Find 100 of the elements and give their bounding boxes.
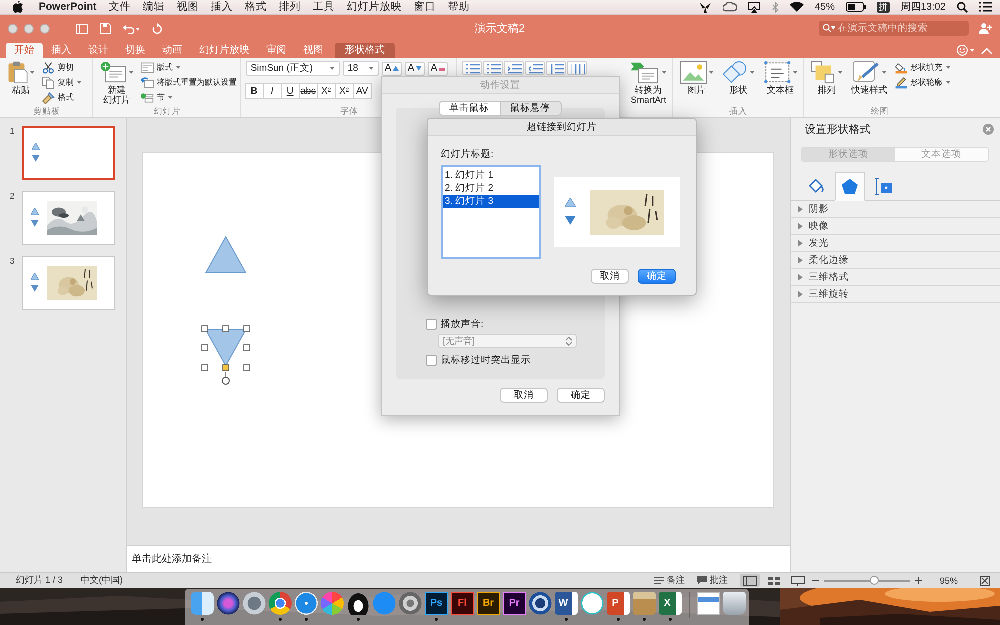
- add-person-icon[interactable]: [979, 23, 992, 34]
- menu-item[interactable]: 排列: [272, 0, 307, 14]
- ribbon-button[interactable]: 格式: [42, 91, 82, 104]
- ribbon-button[interactable]: 转换为 SmartArt: [628, 60, 669, 105]
- section-header[interactable]: 阴影: [791, 201, 1000, 218]
- ribbon-button[interactable]: 快速样式: [850, 60, 890, 95]
- list-item[interactable]: 3. 幻灯片 3: [443, 195, 539, 208]
- section-header[interactable]: 发光: [791, 235, 1000, 252]
- expander-icon[interactable]: [797, 222, 804, 230]
- dock-app-icon[interactable]: [347, 592, 370, 615]
- ribbon-button[interactable]: 排列: [808, 60, 845, 95]
- menu-item[interactable]: 工具: [306, 0, 341, 14]
- segment-tab[interactable]: 鼠标悬停: [500, 101, 562, 116]
- ribbon-button[interactable]: 形状轮廓: [894, 76, 951, 89]
- triangle-shape[interactable]: [205, 329, 247, 367]
- minimize-button[interactable]: [24, 24, 34, 34]
- sidebar-icon[interactable]: [76, 24, 88, 34]
- menu-item[interactable]: 视图: [170, 0, 205, 14]
- dock-app-icon[interactable]: P: [607, 592, 630, 615]
- dock-app-icon[interactable]: X: [659, 592, 682, 615]
- menu-item[interactable]: 幻灯片放映: [340, 0, 408, 14]
- search-icon[interactable]: [957, 2, 968, 12]
- slide-thumbnail[interactable]: [22, 126, 115, 180]
- segment-tab[interactable]: 单击鼠标: [438, 101, 500, 116]
- section-header[interactable]: 三维格式: [791, 269, 1000, 286]
- ribbon-tab[interactable]: 开始: [6, 43, 43, 58]
- ribbon-button[interactable]: 剪切: [42, 61, 82, 74]
- bluetooth-icon[interactable]: [772, 2, 779, 12]
- format-button[interactable]: U: [280, 83, 300, 99]
- triangle-shape[interactable]: [205, 236, 247, 274]
- app-menu[interactable]: PowerPoint: [33, 1, 103, 13]
- list-icon[interactable]: [979, 2, 992, 12]
- section-header[interactable]: 三维旋转: [791, 286, 1000, 303]
- dialog-button[interactable]: 确定: [557, 388, 605, 403]
- menu-item[interactable]: 插入: [204, 0, 239, 14]
- ribbon-tab[interactable]: 形状格式: [335, 43, 395, 58]
- expander-icon[interactable]: [797, 256, 804, 264]
- zoom-button[interactable]: [40, 24, 50, 34]
- ribbon-button[interactable]: 节: [140, 91, 237, 104]
- menu-item[interactable]: 帮助: [442, 0, 476, 14]
- section-header[interactable]: 映像: [791, 218, 1000, 235]
- ribbon-button[interactable]: 将版式重置为默认设置: [140, 76, 237, 89]
- section-header[interactable]: 柔化边缘: [791, 252, 1000, 269]
- format-button[interactable]: I: [262, 83, 282, 99]
- input-source-button[interactable]: 拼: [876, 2, 890, 12]
- line-spacing-button[interactable]: [546, 61, 566, 75]
- search-field[interactable]: 在演示文稿中的搜索: [819, 21, 969, 36]
- font-size-field[interactable]: 18: [342, 61, 379, 76]
- list-item[interactable]: 1. 幻灯片 1: [443, 169, 539, 182]
- font-name-field[interactable]: SimSun (正文): [246, 61, 340, 76]
- numbered-list-button[interactable]: [482, 61, 503, 75]
- ribbon-button[interactable]: 图片: [678, 60, 716, 95]
- ribbon-button[interactable]: 文本框: [762, 60, 800, 95]
- minus-icon[interactable]: [812, 577, 819, 584]
- expander-icon[interactable]: [797, 240, 804, 246]
- format-button[interactable]: AV: [352, 83, 372, 99]
- notes-button[interactable]: 备注: [648, 574, 691, 587]
- ribbon-button[interactable]: 粘贴: [5, 60, 38, 95]
- notes-area[interactable]: 单击此处添加备注: [127, 545, 790, 572]
- pentagon-tab[interactable]: [835, 172, 865, 201]
- dock-app-icon[interactable]: Ps: [425, 592, 448, 615]
- ribbon-button[interactable]: 复制: [42, 76, 82, 89]
- undo-icon[interactable]: [123, 24, 140, 34]
- font-tool-button[interactable]: A: [404, 62, 425, 76]
- dock-app-icon[interactable]: Fl: [451, 592, 474, 615]
- expander-icon[interactable]: [797, 206, 804, 212]
- cloud-icon[interactable]: [722, 2, 737, 12]
- normal-view-button[interactable]: [740, 574, 760, 587]
- close-button[interactable]: [8, 24, 18, 34]
- dock-app-icon[interactable]: Br: [477, 592, 500, 615]
- smiley-icon[interactable]: [957, 45, 975, 56]
- ribbon-button[interactable]: 形状: [720, 60, 757, 95]
- wifi-icon[interactable]: [790, 2, 804, 12]
- selection-handles[interactable]: [201, 325, 251, 387]
- outdent-button[interactable]: [524, 61, 545, 75]
- dialog-button[interactable]: 取消: [500, 388, 548, 403]
- columns-button[interactable]: [566, 61, 587, 75]
- dialog-button[interactable]: 取消: [591, 269, 629, 284]
- slide-thumbnail[interactable]: [22, 256, 115, 310]
- save-icon[interactable]: [100, 23, 111, 34]
- dock-app-icon[interactable]: W: [555, 592, 578, 615]
- expander-icon[interactable]: [797, 274, 804, 280]
- slide-thumbnail[interactable]: [22, 191, 115, 245]
- expander-icon[interactable]: [797, 290, 804, 298]
- list-item[interactable]: 2. 幻灯片 2: [443, 182, 539, 195]
- fit-icon[interactable]: [980, 576, 990, 586]
- font-tool-button[interactable]: A: [382, 62, 402, 76]
- indent-button[interactable]: [504, 61, 524, 75]
- plus-icon[interactable]: [914, 577, 922, 584]
- menu-item[interactable]: 格式: [238, 0, 273, 14]
- dock-app-icon[interactable]: Pr: [503, 592, 526, 615]
- display-icon[interactable]: [748, 2, 761, 12]
- battery-icon[interactable]: [846, 2, 866, 12]
- comments-button[interactable]: 批注: [690, 574, 734, 587]
- format-button[interactable]: X$^{2}$: [316, 83, 336, 99]
- menu-item[interactable]: 编辑: [136, 0, 171, 14]
- close-icon[interactable]: [983, 124, 994, 135]
- dock-app-icon[interactable]: [529, 592, 552, 615]
- clock[interactable]: 周四13:02: [900, 0, 946, 14]
- ribbon-button[interactable]: 形状填充: [894, 61, 951, 74]
